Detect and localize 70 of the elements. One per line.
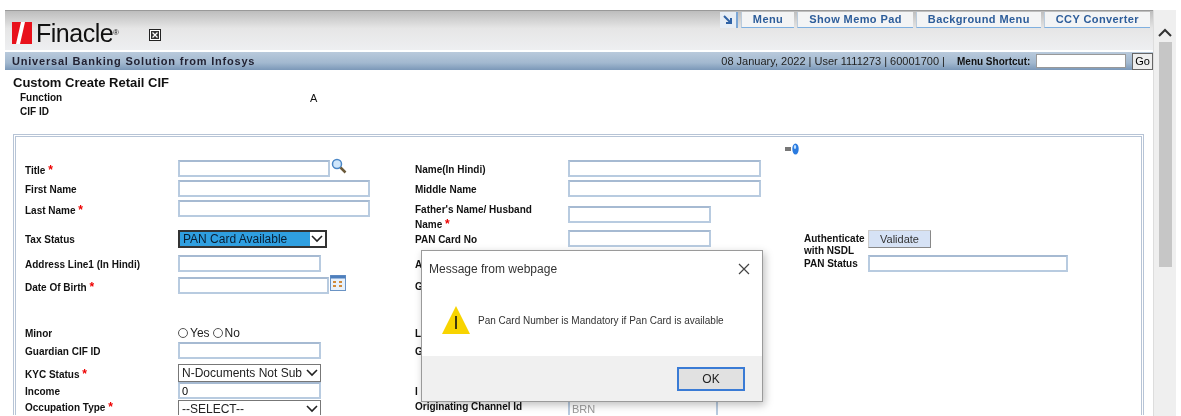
warning-icon <box>441 305 471 335</box>
radio-option[interactable]: No <box>212 324 240 340</box>
field-label: L <box>415 328 422 339</box>
dialog-title: Message from webpage <box>429 262 558 276</box>
field-label: First Name <box>25 184 77 195</box>
page-title: Custom Create Retail CIF <box>13 74 171 90</box>
radio-option[interactable]: Yes <box>178 324 210 340</box>
dialog-message: Pan Card Number is Mandatory if Pan Card is available <box>478 314 724 326</box>
caret-icon[interactable] <box>311 235 323 243</box>
input-field[interactable] <box>568 180 761 197</box>
field-label: Last Name * <box>25 205 84 216</box>
field-label: Date Of Birth * <box>25 282 95 293</box>
caret-icon[interactable] <box>306 369 318 377</box>
field-label: Function <box>20 92 64 105</box>
input-field[interactable] <box>568 160 761 177</box>
calendar-icon[interactable] <box>330 275 346 291</box>
input-field[interactable] <box>178 277 329 294</box>
logo-mark-icon <box>12 21 32 44</box>
menu-link[interactable]: Show Memo Pad <box>797 12 913 28</box>
field-label: Originating Channel Id <box>415 401 523 412</box>
input-field[interactable]: 0 <box>178 382 321 399</box>
field-label: Title * <box>25 165 53 176</box>
input-field[interactable] <box>868 255 1068 272</box>
field-label: A <box>415 259 423 270</box>
shortcut-field[interactable] <box>1036 54 1127 68</box>
field-label: Occupation Type * <box>25 402 113 413</box>
scroll-up-icon[interactable] <box>1158 28 1172 38</box>
search-icon[interactable] <box>331 158 347 174</box>
field-label: Authenticate with NSDL <box>804 233 866 257</box>
menu-link[interactable]: Menu <box>740 12 795 28</box>
field-label: I <box>415 386 418 397</box>
close-box-icon[interactable] <box>148 28 161 41</box>
banner-title: Universal Banking Solution from Infosys <box>12 55 256 67</box>
close-icon[interactable] <box>738 263 750 275</box>
field-label: Name(In Hindi) <box>415 164 486 175</box>
input-field[interactable] <box>568 206 711 223</box>
input-field[interactable] <box>178 180 370 197</box>
field-label: Address Line1 (In Hindi) <box>25 259 140 270</box>
input-field[interactable] <box>568 230 711 247</box>
menu-link[interactable]: CCY Converter <box>1043 12 1150 28</box>
field-label: PAN Status <box>804 258 859 270</box>
field-label: Guardian CIF ID <box>25 346 101 357</box>
scrollbar[interactable] <box>1153 10 1176 416</box>
field-label: CIF ID <box>20 106 50 119</box>
menu-link[interactable]: Background Menu <box>915 12 1041 28</box>
scroll-thumb[interactable] <box>1158 42 1172 267</box>
field-label: Tax Status <box>25 234 75 245</box>
field-label: PAN Card No <box>415 234 478 245</box>
dropdown[interactable]: N-Documents Not Sub <box>178 364 321 382</box>
shortcut-label: Menu Shortcut: <box>957 55 1031 67</box>
input-field[interactable] <box>178 255 321 272</box>
logo-text: Finacle$^{®}$ <box>36 19 119 46</box>
help-icon[interactable] <box>785 143 799 155</box>
dropdown[interactable]: PAN Card Available <box>178 230 327 248</box>
input-field[interactable] <box>178 160 330 177</box>
arrow-icon[interactable] <box>719 12 738 28</box>
go-button[interactable]: Go <box>1132 52 1153 70</box>
input-field[interactable] <box>178 200 370 217</box>
ok-button[interactable]: OK <box>677 366 745 391</box>
validate-button[interactable]: Validate <box>868 230 931 248</box>
dropdown[interactable]: --SELECT-- <box>178 400 321 415</box>
caret-icon[interactable] <box>306 405 318 413</box>
session-info: 08 January, 2022 | User 1111273 | 60001700 | <box>721 55 945 67</box>
field-value: A <box>310 92 318 106</box>
field-label: Income <box>25 386 60 397</box>
field-label: Middle Name <box>415 184 477 195</box>
field-label: Father's Name/ Husband Name * <box>415 203 533 232</box>
field-label: KYC Status * <box>25 369 87 380</box>
input-field[interactable] <box>178 342 321 359</box>
field-label: Minor <box>25 328 53 339</box>
